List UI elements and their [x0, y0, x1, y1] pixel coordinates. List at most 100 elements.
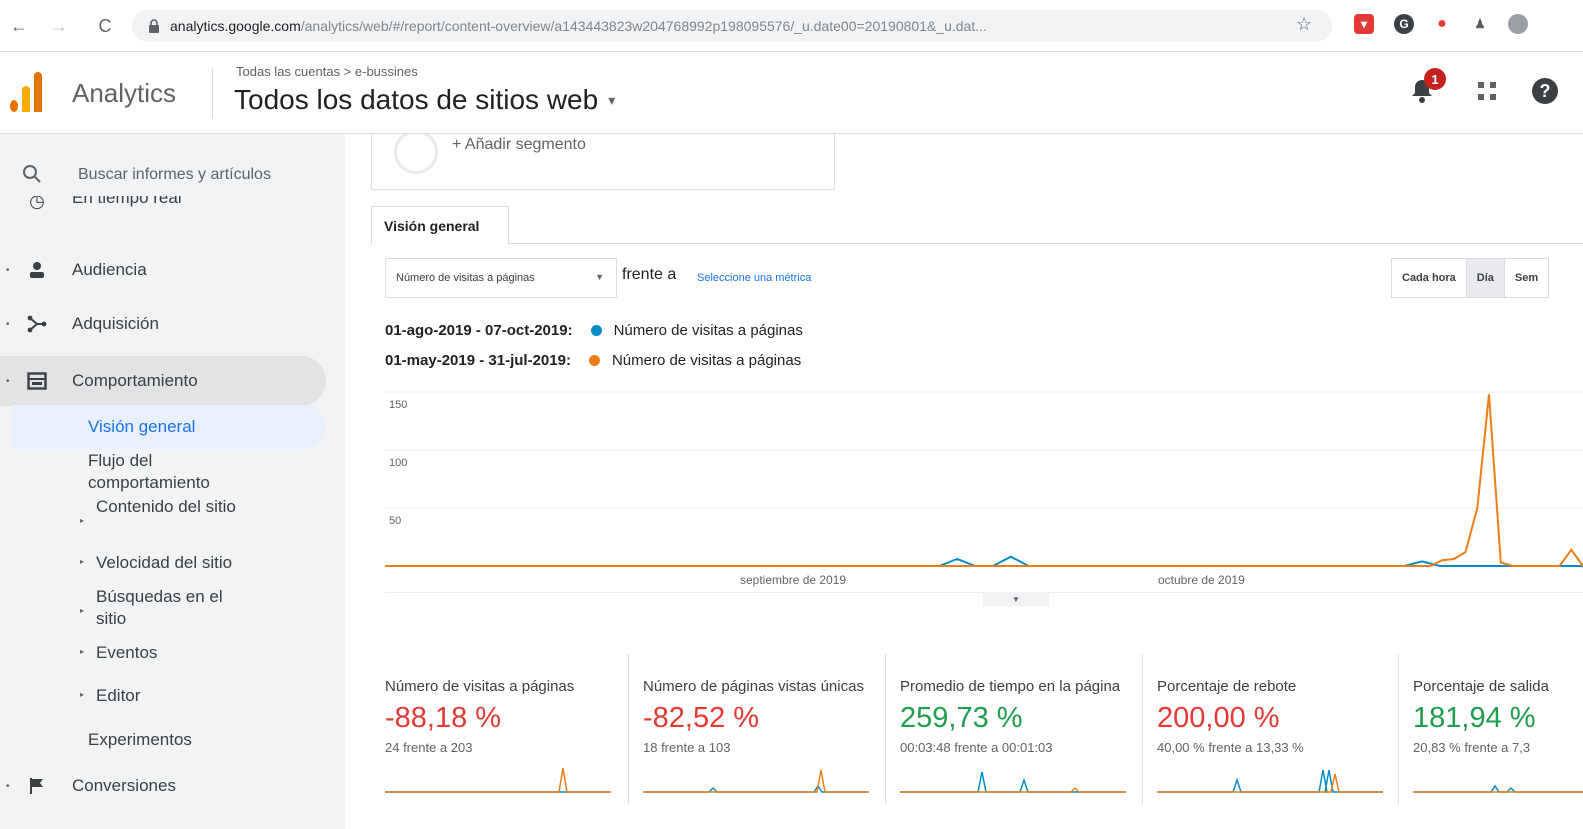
sidebar-subitem-site-speed[interactable]: Velocidad del sitio	[96, 552, 232, 574]
extension-grammarly-icon[interactable]: G	[1394, 14, 1414, 34]
expand-triangle-icon: ▸	[80, 557, 85, 566]
expand-triangle-icon: ▸	[80, 516, 85, 525]
person-icon	[26, 259, 48, 281]
apps-grid-icon[interactable]	[1478, 82, 1498, 102]
scorecard-value: 200,00 %	[1157, 702, 1280, 734]
notifications-badge: 1	[1424, 68, 1446, 90]
property-selector[interactable]: Todos los datos de sitios web ▾	[234, 84, 615, 116]
analytics-logo-icon	[10, 72, 46, 112]
sparkline-current	[900, 771, 1126, 793]
legend-dot-icon	[590, 325, 602, 336]
expand-bullet-icon: •	[6, 318, 10, 330]
sparkline-current	[1413, 784, 1583, 793]
sidebar-subitem-publisher[interactable]: Editor	[96, 685, 140, 707]
reload-icon[interactable]: C	[90, 11, 120, 41]
scorecard-pageviews[interactable]: Número de visitas a páginas -88,18 % 24 …	[385, 654, 641, 804]
legend-dot-icon	[588, 355, 600, 366]
scorecard-sparkline	[643, 769, 869, 793]
scorecard-compare: 40,00 % frente a 13,33 %	[1157, 740, 1304, 755]
expand-bullet-icon: •	[6, 375, 10, 387]
vs-label: frente a	[622, 266, 677, 283]
scorecard-avg-time[interactable]: Promedio de tiempo en la página 259,73 %…	[885, 654, 1141, 804]
expand-bullet-icon: •	[6, 264, 10, 276]
scorecard-bounce-rate[interactable]: Porcentaje de rebote 200,00 % 40,00 % fr…	[1142, 654, 1398, 804]
extension-spy-icon[interactable]: ♟	[1470, 14, 1490, 34]
sparkline-previous	[385, 767, 611, 793]
sidebar-item-label: Conversiones	[72, 776, 176, 795]
granularity-toggle: Cada hora Día Sem	[1391, 258, 1550, 298]
add-segment-label: + Añadir segmento	[452, 136, 586, 153]
sidebar-subitem-events[interactable]: Eventos	[96, 642, 157, 664]
expand-triangle-icon: ▸	[80, 606, 85, 615]
sparkline-current	[643, 784, 869, 793]
profile-avatar-icon[interactable]	[1508, 14, 1528, 34]
extension-lips-icon[interactable]: ●	[1432, 14, 1452, 34]
sidebar-subitem-overview[interactable]: Visión general	[88, 416, 195, 438]
granularity-hourly-button[interactable]: Cada hora	[1392, 259, 1467, 297]
series-line-previous	[385, 394, 1583, 567]
chevron-down-icon: ▾	[608, 91, 616, 108]
clock-icon: ◷	[29, 196, 45, 211]
extension-pocket-icon[interactable]: ▾	[1354, 14, 1374, 34]
tab-overview[interactable]: Visión general	[371, 206, 509, 245]
sidebar-item-conversions[interactable]: • Conversiones	[0, 764, 345, 808]
breadcrumb[interactable]: Todas las cuentas > e-bussines	[236, 64, 418, 79]
scorecard-unique-pageviews[interactable]: Número de páginas vistas únicas -82,52 %…	[628, 654, 884, 804]
x-tick-label: octubre de 2019	[1158, 573, 1245, 587]
segment-box[interactable]: + Añadir segmento	[371, 134, 835, 190]
report-tabs: Visión general	[371, 206, 1583, 245]
analytics-header: Analytics Todas las cuentas > e-bussines…	[0, 52, 1583, 134]
sparkline-current	[1157, 769, 1383, 793]
sidebar-item-acquisition[interactable]: • Adquisición	[0, 302, 345, 346]
back-arrow-icon[interactable]: ←	[4, 11, 34, 41]
sparkline-previous	[900, 786, 1126, 793]
bookmark-star-icon[interactable]: ☆	[1296, 14, 1312, 35]
sidebar-item-realtime[interactable]: ◷ En tiempo real	[0, 196, 345, 218]
sidebar-subitem-experiments[interactable]: Experimentos	[88, 729, 192, 751]
help-icon[interactable]: ?	[1532, 78, 1558, 104]
collapse-chart-handle[interactable]: ▼	[983, 592, 1049, 606]
granularity-day-button[interactable]: Día	[1466, 259, 1505, 297]
address-bar[interactable]: analytics.google.com/analytics/web/#/rep…	[132, 10, 1332, 42]
flag-icon	[26, 775, 48, 797]
scorecard-compare: 20,83 % frente a 7,3	[1413, 740, 1531, 755]
lock-icon	[148, 19, 160, 33]
scorecard-value: -82,52 %	[643, 702, 760, 734]
legend-metric: Número de visitas a páginas	[611, 352, 802, 369]
scorecard-sparkline	[385, 767, 611, 793]
metric-dropdown-value: Número de visitas a páginas	[396, 272, 535, 284]
expand-triangle-icon: ▸	[80, 647, 85, 656]
scorecard-compare: 18 frente a 103	[643, 740, 731, 755]
sidebar-subitem-behavior-flow[interactable]: Flujo del comportamiento	[88, 450, 258, 494]
sidebar-item-behavior[interactable]: • Comportamiento	[0, 356, 326, 406]
metric-dropdown[interactable]: Número de visitas a páginas ▼	[385, 258, 617, 298]
legend-metric: Número de visitas a páginas	[613, 322, 803, 339]
behavior-icon	[26, 370, 48, 392]
url-path: /analytics/web/#/report/content-overview…	[300, 18, 987, 34]
browser-toolbar: ← → C analytics.google.com/analytics/web…	[0, 0, 1583, 52]
sidebar-item-label: Audiencia	[72, 260, 147, 279]
forward-arrow-icon[interactable]: →	[44, 11, 74, 41]
url-host: analytics.google.com	[170, 18, 301, 34]
scorecard-sparkline	[1413, 784, 1583, 793]
scorecard-compare: 24 frente a 203	[385, 740, 473, 755]
sidebar-subitem-site-content[interactable]: Contenido del sitio	[96, 496, 236, 518]
expand-triangle-icon: ▸	[80, 690, 85, 699]
select-metric-link[interactable]: Seleccione una métrica	[697, 272, 811, 284]
sparkline-previous	[1157, 773, 1383, 793]
scorecard-exit-rate[interactable]: Porcentaje de salida 181,94 % 20,83 % fr…	[1398, 654, 1583, 804]
expand-bullet-icon: •	[6, 780, 10, 792]
pageviews-line-chart: 150 100 50 septiembre de 2019 octubre de 201…	[385, 391, 1583, 593]
search-icon	[22, 164, 42, 184]
property-name: Todos los datos de sitios web	[234, 84, 599, 115]
sidebar-item-audience[interactable]: • Audiencia	[0, 248, 345, 292]
sidebar-subitem-site-search[interactable]: Búsquedas en el sitio	[96, 586, 256, 630]
granularity-week-button[interactable]: Sem	[1505, 259, 1548, 297]
scorecard-title: Porcentaje de salida	[1413, 678, 1549, 695]
legend-previous-range: 01-may-2019 - 31-jul-2019: Número de vis…	[385, 352, 801, 369]
y-tick-label: 50	[389, 515, 401, 527]
scorecard-value: 259,73 %	[900, 702, 1023, 734]
sidebar-search[interactable]: Buscar informes y artículos	[0, 154, 345, 194]
scorecard-title: Porcentaje de rebote	[1157, 678, 1297, 695]
legend-range: 01-may-2019 - 31-jul-2019:	[385, 352, 571, 369]
